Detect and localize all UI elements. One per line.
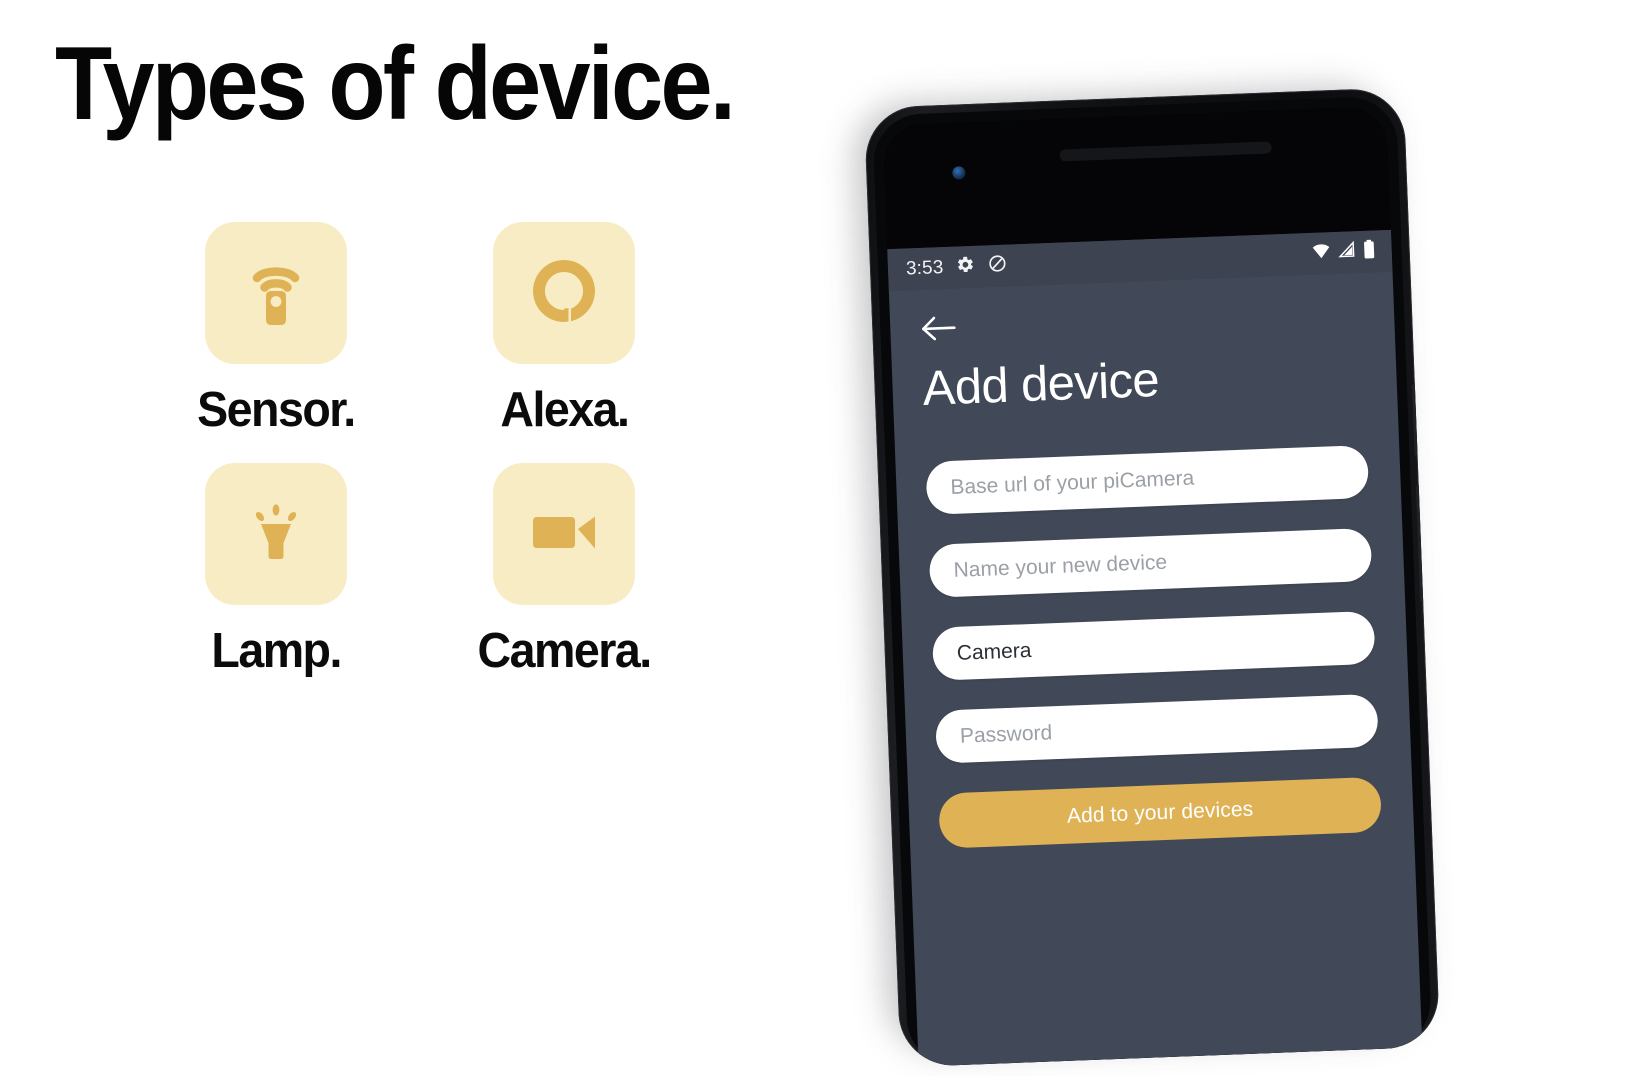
status-bar-right [1311, 239, 1376, 266]
sensor-tile[interactable] [205, 222, 347, 364]
password-input[interactable]: Password [935, 693, 1379, 764]
device-name-input[interactable]: Name your new device [928, 527, 1373, 598]
device-label-lamp: Lamp. [211, 624, 342, 678]
wifi-icon [1311, 241, 1331, 267]
alexa-ring-icon [524, 251, 604, 336]
add-to-your-devices-button[interactable]: Add to your devices [938, 776, 1382, 849]
cell-signal-icon [1337, 240, 1356, 265]
app-screen-body: Add device Base url of your piCamera Nam… [889, 272, 1422, 1067]
password-placeholder: Password [959, 720, 1053, 748]
battery-icon [1362, 239, 1376, 264]
slide-canvas: Types of device. Sensor. Alexa. Lamp. Ca… [0, 0, 1645, 1068]
status-bar-left: 3:53 [906, 253, 1008, 282]
do-not-disturb-icon [988, 253, 1008, 279]
lamp-tile[interactable] [205, 463, 347, 605]
alexa-tile[interactable] [493, 222, 635, 364]
lamp-icon [234, 490, 318, 579]
device-type-grid: Sensor. Alexa. Lamp. Camera. [197, 222, 725, 704]
device-type-select[interactable]: Camera [931, 610, 1376, 681]
device-row-bottom: Lamp. Camera. [205, 463, 725, 676]
status-clock: 3:53 [905, 257, 944, 280]
page-title: Types of device. [55, 26, 736, 142]
video-camera-icon [521, 489, 607, 580]
device-card-sensor[interactable]: Sensor. [197, 222, 356, 435]
device-card-alexa[interactable]: Alexa. [493, 222, 635, 435]
page-heading-add-device: Add device [921, 352, 1160, 416]
phone-mockup: 3:53 Add device Base url of your piCamer… [837, 66, 1441, 1076]
phone-body: 3:53 Add device Base url of your piCamer… [863, 87, 1441, 1068]
device-card-camera[interactable]: Camera. [477, 463, 652, 676]
device-label-alexa: Alexa. [499, 383, 630, 437]
gear-icon [956, 254, 976, 280]
back-arrow-icon[interactable] [920, 312, 961, 346]
phone-power-button[interactable] [1411, 382, 1422, 458]
base-url-placeholder: Base url of your piCamera [949, 466, 1195, 499]
device-label-camera: Camera. [477, 624, 652, 678]
left-content-panel: Types of device. Sensor. Alexa. Lamp. Ca… [0, 0, 880, 995]
phone-volume-button[interactable] [1415, 484, 1428, 604]
add-device-form: Base url of your piCamera Name your new … [925, 444, 1382, 849]
base-url-input[interactable]: Base url of your piCamera [925, 444, 1370, 515]
device-row-top: Sensor. Alexa. [197, 222, 725, 435]
sensor-remote-icon [233, 248, 319, 339]
device-type-value: Camera [956, 638, 1032, 665]
device-name-placeholder: Name your new device [953, 550, 1168, 582]
device-card-lamp[interactable]: Lamp. [205, 463, 347, 676]
camera-tile[interactable] [493, 463, 635, 605]
device-label-sensor: Sensor. [197, 383, 356, 437]
phone-screen: 3:53 Add device Base url of your piCamer… [887, 229, 1423, 1067]
